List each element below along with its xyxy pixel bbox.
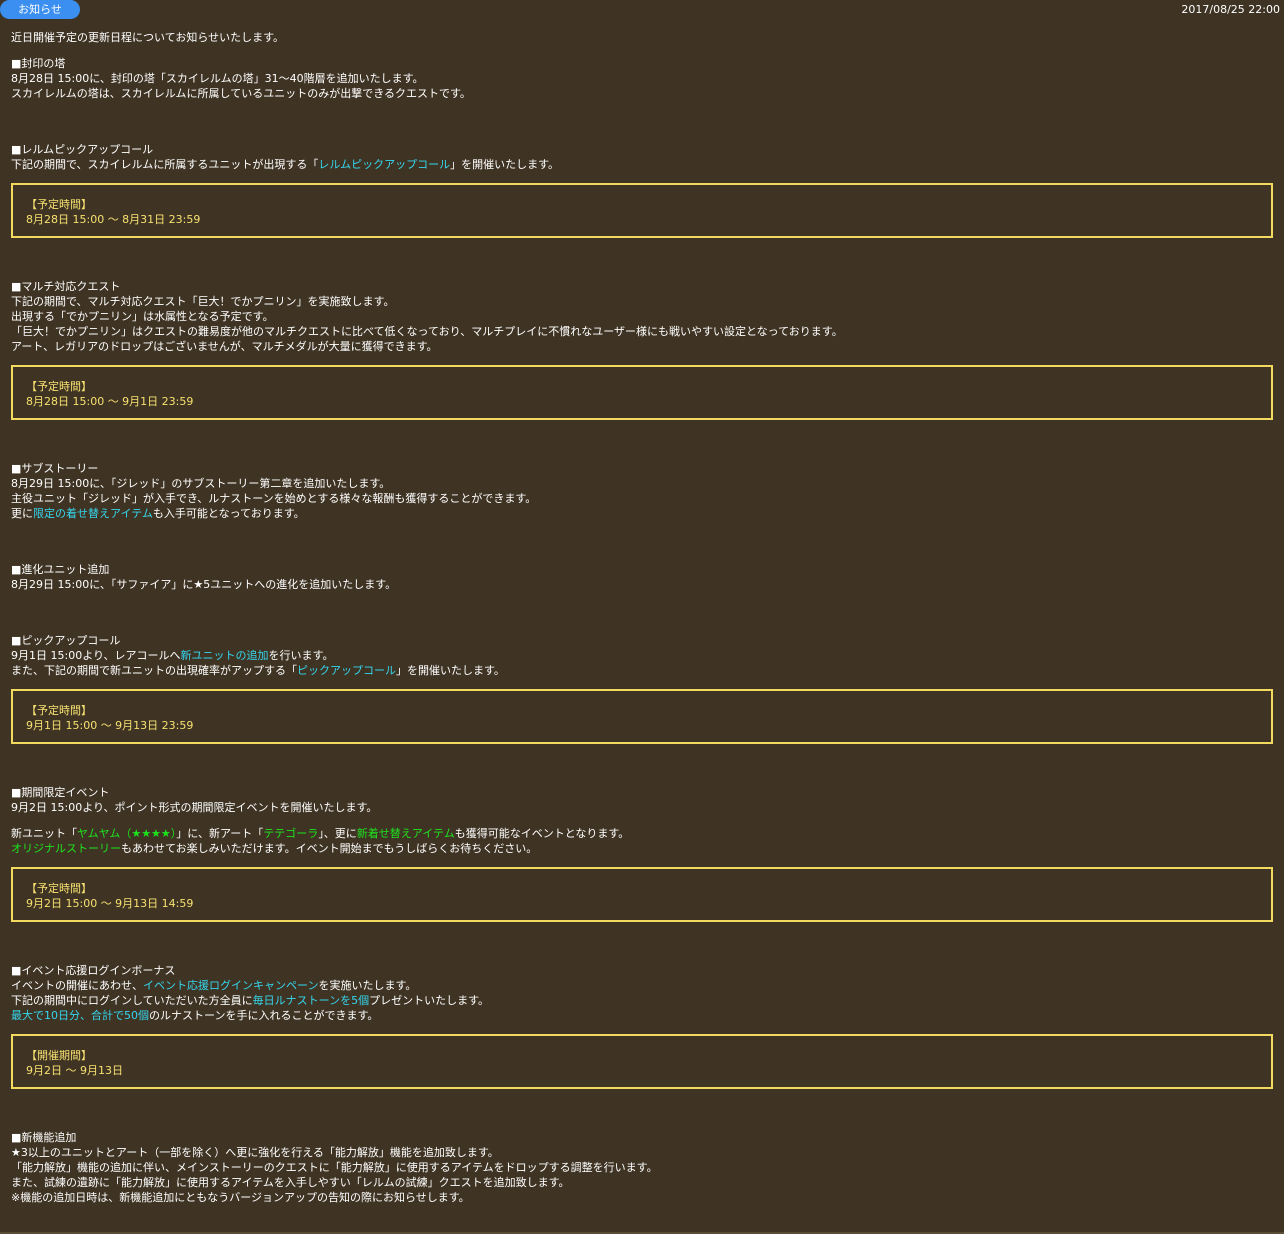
section-text: アート、レガリアのドロップはございませんが、マルチメダルが大量に獲得できます。 [11,340,438,353]
original-story-link[interactable]: オリジナルストーリー [11,842,121,855]
section-text: 8月29日 15:00に、「サファイア」に★5ユニットへの進化を追加いたします。 [11,578,397,591]
section-title: ■期間限定イベント [11,786,110,799]
yamyam-unit-link[interactable]: ヤムヤム（★★★★） [77,827,176,840]
section-text: オリジナルストーリーもあわせてお楽しみいただけます。イベント開始までもうしばらく… [11,842,538,855]
box-value: 9月2日 ～ 9月13日 [26,1064,123,1077]
daily-lunastone-text: 毎日ルナストーンを5個 [252,994,370,1007]
box-title: 【予定時間】 [26,882,92,895]
costume-item-link[interactable]: 限定の着せ替えアイテム [33,507,153,520]
new-costume-link[interactable]: 新着せ替えアイテム [357,827,455,840]
section-text: 9月2日 15:00より、ポイント形式の期間限定イベントを開催いたします。 [11,801,378,814]
section-title: ■進化ユニット追加 [11,563,110,576]
section-text: 9月1日 15:00より、レアコールへ新ユニットの追加を行います。 [11,649,334,662]
box-value: 8月28日 15:00 ～ 9月1日 23:59 [26,395,194,408]
schedule-box: 【予定時間】 9月2日 15:00 ～ 9月13日 14:59 [11,867,1273,922]
section-limited-event: ■期間限定イベント 9月2日 15:00より、ポイント形式の期間限定イベントを開… [11,785,1273,922]
section-text: 出現する「でかプニリン」は水属性となる予定です。 [11,310,274,323]
section-sub-story: ■サブストーリー 8月29日 15:00に、「ジレッド」のサブストーリー第二章を… [11,461,1273,521]
notice-body: 近日開催予定の更新日程についてお知らせいたします。 ■封印の塔 8月28日 15… [11,30,1273,1205]
schedule-box: 【予定時間】 9月1日 15:00 ～ 9月13日 23:59 [11,689,1273,744]
section-text: ★3以上のユニットとアート（一部を除く）へ更に強化を行える「能力解放」機能を追加… [11,1146,499,1159]
login-campaign-link[interactable]: イベント応援ログインキャンペーン [143,979,318,992]
box-title: 【予定時間】 [26,704,92,717]
section-text: スカイレルムの塔は、スカイレルムに所属しているユニットのみが出撃できるクエストで… [11,87,471,100]
schedule-box: 【予定時間】 8月28日 15:00 ～ 8月31日 23:59 [11,183,1273,238]
box-title: 【開催期間】 [26,1049,92,1062]
section-text: また、試練の遺跡に「能力解放」に使用するアイテムを入手しやすい「レルムの試練」ク… [11,1176,570,1189]
section-evolution: ■進化ユニット追加 8月29日 15:00に、「サファイア」に★5ユニットへの進… [11,562,1273,592]
box-title: 【予定時間】 [26,198,92,211]
section-pickup-call: ■ピックアップコール 9月1日 15:00より、レアコールへ新ユニットの追加を行… [11,633,1273,744]
section-text: 「能力解放」機能の追加に伴い、メインストーリーのクエストに「能力解放」に使用する… [11,1161,658,1174]
tetegora-art-link[interactable]: テテゴーラ [263,827,318,840]
schedule-box: 【予定時間】 8月28日 15:00 ～ 9月1日 23:59 [11,365,1273,420]
section-text: 下記の期間で、スカイレルムに所属するユニットが出現する「レルムピックアップコール… [11,158,560,171]
section-text: 下記の期間で、マルチ対応クエスト「巨大！でかプニリン」を実施致します。 [11,295,395,308]
section-text: また、下記の期間で新ユニットの出現確率がアップする「ピックアップコール」を開催い… [11,664,505,677]
section-title: ■レルムピックアップコール [11,143,154,156]
section-title: ■マルチ対応クエスト [11,280,121,293]
realm-pickup-link[interactable]: レルムピックアップコール [318,158,450,171]
section-multi-quest: ■マルチ対応クエスト 下記の期間で、マルチ対応クエスト「巨大！でかプニリン」を実… [11,279,1273,420]
section-title: ■ピックアップコール [11,634,121,647]
section-title: ■新機能追加 [11,1131,77,1144]
section-text: 最大で10日分、合計で50個のルナストーンを手に入れることができます。 [11,1009,379,1022]
section-text: 更に限定の着せ替えアイテムも入手可能となっております。 [11,507,305,520]
post-date: 2017/08/25 22:00 [1181,3,1280,16]
box-value: 9月1日 15:00 ～ 9月13日 23:59 [26,719,194,732]
section-sealed-tower: ■封印の塔 8月28日 15:00に、封印の塔「スカイレルムの塔」31～40階層… [11,56,1273,101]
pickup-call-link[interactable]: ピックアップコール [297,664,396,677]
intro-text: 近日開催予定の更新日程についてお知らせいたします。 [11,31,285,44]
box-value: 9月2日 15:00 ～ 9月13日 14:59 [26,897,194,910]
section-text: イベントの開催にあわせ、イベント応援ログインキャンペーンを実施いたします。 [11,979,417,992]
schedule-box: 【開催期間】 9月2日 ～ 9月13日 [11,1034,1273,1089]
section-realm-pickup: ■レルムピックアップコール 下記の期間で、スカイレルムに所属するユニットが出現す… [11,142,1273,238]
box-title: 【予定時間】 [26,380,92,393]
section-text: 8月29日 15:00に、「ジレッド」のサブストーリー第二章を追加いたします。 [11,477,391,490]
section-title: ■サブストーリー [11,462,99,475]
new-unit-link[interactable]: 新ユニットの追加 [181,649,269,662]
notice-tab[interactable]: お知らせ [0,0,80,19]
section-text: 「巨大！でかプニリン」はクエストの難易度が他のマルチクエストに比べて低くなってお… [11,325,843,338]
box-value: 8月28日 15:00 ～ 8月31日 23:59 [26,213,201,226]
section-text: ※機能の追加日時は、新機能追加にともなうバージョンアップの告知の際にお知らせしま… [11,1191,470,1204]
section-text: 新ユニット「ヤムヤム（★★★★）」に、新アート「テテゴーラ」、更に新着せ替えアイ… [11,827,630,840]
max-reward-text: 最大で10日分、合計で50個 [11,1009,149,1022]
section-text: 主役ユニット「ジレッド」が入手でき、ルナストーンを始めとする様々な報酬も獲得する… [11,492,537,505]
header-bar: お知らせ 2017/08/25 22:00 [0,0,1284,19]
section-new-feature: ■新機能追加 ★3以上のユニットとアート（一部を除く）へ更に強化を行える「能力解… [11,1130,1273,1205]
section-title: ■封印の塔 [11,57,66,70]
section-title: ■イベント応援ログインボーナス [11,964,176,977]
section-login-bonus: ■イベント応援ログインボーナス イベントの開催にあわせ、イベント応援ログインキャ… [11,963,1273,1089]
section-text: 下記の期間中にログインしていただいた方全員に毎日ルナストーンを5個プレゼントいた… [11,994,490,1007]
section-text: 8月28日 15:00に、封印の塔「スカイレルムの塔」31～40階層を追加いたし… [11,72,424,85]
